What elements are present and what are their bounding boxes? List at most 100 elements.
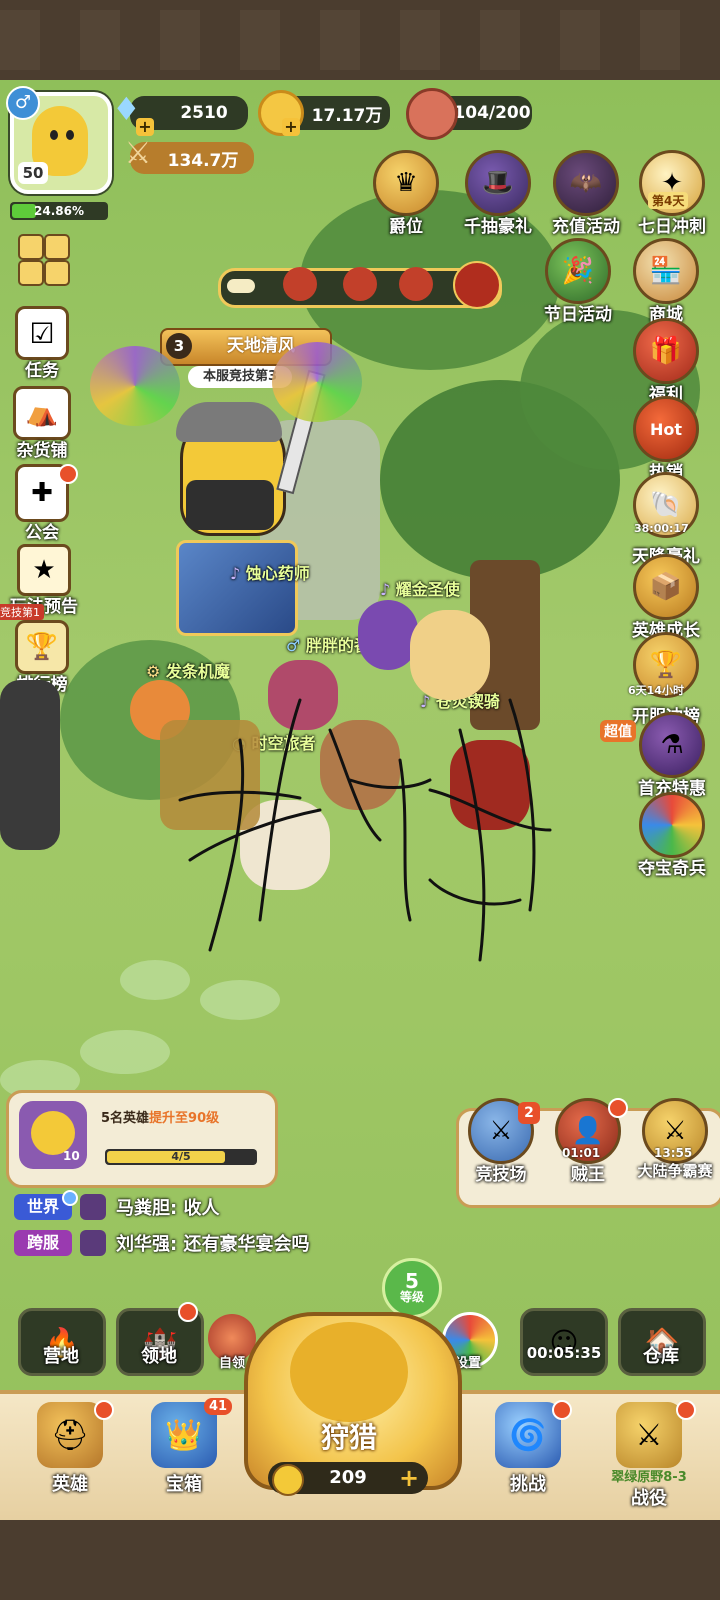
nav-hero-button[interactable]: ⛑ 英雄	[20, 1400, 120, 1496]
level-label: 等级	[399, 1290, 424, 1304]
thousand-draw-button[interactable]: 🎩 千抽豪礼	[452, 150, 544, 237]
hot-sale-button[interactable]: Hot 热销	[626, 396, 706, 483]
hunt-button[interactable]: 狩猎 209 +	[244, 1312, 462, 1512]
wheel-icon	[639, 792, 705, 858]
idle-timer: 00:05:35	[526, 1344, 602, 1362]
camp-button[interactable]: 🔥 营地	[18, 1308, 106, 1376]
crown-emblem-icon: ♛	[373, 150, 439, 216]
hunt-cost: 209 +	[268, 1462, 428, 1496]
quest-progress-bar: 4/5	[105, 1149, 257, 1165]
stage-progress-track	[218, 261, 502, 309]
hunt-label: 狩猎	[320, 1421, 377, 1454]
champion-rank: 3	[166, 333, 192, 359]
first-recharge-button[interactable]: ⚗ 超值 首充特惠	[600, 712, 718, 799]
monster-node-icon	[399, 267, 433, 301]
champion-pedestal	[176, 540, 298, 636]
trophy-icon: 🏆	[15, 620, 69, 674]
chat-message: 马粪胆: 收人	[116, 1198, 220, 1219]
add-gems-icon[interactable]: +	[136, 118, 154, 136]
seven-day-sprint-button[interactable]: ✦ 第4天 七日冲刺	[626, 132, 718, 237]
idle-timer-button[interactable]: ☺ 00:05:35	[520, 1308, 608, 1376]
warehouse-button[interactable]: 🏠 仓库	[618, 1308, 706, 1376]
treasure-chest-icon: 📦	[633, 554, 699, 620]
festival-icon: 🎉	[545, 238, 611, 304]
sword-power-icon: ⚔	[124, 136, 152, 171]
bottom-frame	[0, 1520, 720, 1600]
music-note-icon: ♪	[230, 564, 241, 583]
helmet-icon: ⛑	[37, 1402, 103, 1468]
notification-dot	[58, 464, 78, 484]
chat-message: 刘华强: 还有豪华宴会吗	[116, 1234, 310, 1255]
stepping-stone	[80, 1030, 170, 1074]
guild-button[interactable]: ✚ 公会	[2, 464, 82, 543]
grid-cell-icon	[18, 234, 44, 260]
server-ranking-timer: 6天14小时	[628, 684, 684, 697]
potato-coin-icon	[272, 1464, 304, 1496]
crossed-swords-icon: ⚔	[616, 1402, 682, 1468]
gameplay-preview-button[interactable]: ★ 玩法预告 竞技第1	[0, 544, 88, 620]
nav-chest-button[interactable]: 👑 41 宝箱	[134, 1398, 234, 1496]
wizard-icon: 🎩	[465, 150, 531, 216]
eye-icon	[50, 130, 58, 140]
add-cost-icon[interactable]: +	[396, 1462, 422, 1494]
exp-text: 24.86%	[34, 204, 84, 218]
quest-button[interactable]: ☑ 任务	[2, 306, 82, 381]
gender-male-icon: ♂	[6, 86, 40, 120]
shop-button[interactable]: 🏪 商城	[626, 238, 706, 325]
stepping-stone	[200, 980, 280, 1020]
notification-dot	[62, 1190, 78, 1206]
smiley-box-icon: ☺	[520, 1308, 608, 1376]
handwritten-signature	[178, 698, 552, 962]
nav-battle-button[interactable]: ⚔ 翠绿原野8-3 战役	[594, 1400, 704, 1510]
quest-progress-text: 4/5	[171, 1150, 191, 1163]
portal-icon: 🌀	[495, 1402, 561, 1468]
festival-event-button[interactable]: 🎉 节日活动	[532, 238, 624, 325]
game-viewport[interactable]: 50 ♂ 24.86% 2510 ♦ + 17.17万 + 104/200 13…	[0, 80, 720, 1520]
notification-dot	[178, 1302, 198, 1322]
shop-icon: 🏪	[633, 238, 699, 304]
chat-channel-cross[interactable]: 跨服	[14, 1230, 72, 1256]
menu-grid-button[interactable]	[14, 230, 72, 288]
monster-node-icon	[343, 267, 377, 301]
nav-challenge-button[interactable]: 🌀 挑战	[478, 1400, 578, 1496]
continent-battle-button[interactable]: ⚔ 13:55 大陆争霸赛	[630, 1098, 720, 1181]
hero-hair	[176, 402, 282, 442]
notification-dot	[552, 1400, 572, 1420]
avatar	[80, 1230, 106, 1256]
exp-bar: 24.86%	[10, 202, 108, 220]
grocery-button[interactable]: ⛺ 杂货铺	[2, 386, 82, 461]
level-badge[interactable]: 5 等级	[382, 1258, 442, 1318]
grid-cell-icon	[44, 260, 70, 286]
hero-growth-button[interactable]: 📦 英雄成长	[626, 554, 706, 641]
quest-panel[interactable]: 10 5名英雄提升至90级 4/5	[6, 1090, 278, 1188]
hero-name-label: ♪ 耀金圣使	[380, 580, 460, 599]
first-recharge-icon: ⚗	[639, 712, 705, 778]
gift-box-icon: 🎁	[633, 318, 699, 384]
thief-king-button[interactable]: 👤 01:01 贼王	[548, 1098, 628, 1185]
territory-button[interactable]: 🏰 领地	[116, 1302, 204, 1376]
chest-badge: 41	[204, 1398, 233, 1415]
music-note-icon: ♪	[380, 580, 391, 599]
day-badge: 第4天	[648, 192, 689, 209]
scroll-star-icon: ★	[17, 544, 71, 596]
welfare-button[interactable]: 🎁 福利	[626, 318, 706, 405]
arena-button[interactable]: ⚔ 2 竞技场	[458, 1098, 544, 1185]
recharge-event-button[interactable]: 🦇 充值活动	[540, 150, 632, 237]
quest-badge: 10	[19, 1101, 87, 1169]
quest-text: 5名英雄提升至90级	[101, 1111, 220, 1126]
pinwheel-icon	[90, 346, 180, 426]
notification-dot	[608, 1098, 628, 1118]
rank-title-button[interactable]: ♛ 爵位	[366, 150, 446, 237]
npc-sprite[interactable]	[0, 680, 60, 850]
continent-battle-timer: 13:55	[654, 1146, 693, 1160]
hot-icon: Hot	[633, 396, 699, 462]
add-gold-icon[interactable]: +	[282, 118, 300, 136]
treasure-hunt-button[interactable]: 夺宝奇兵	[626, 792, 718, 879]
chat-box[interactable]: 世界 马粪胆: 收人 跨服 刘华强: 还有豪华宴会吗	[10, 1190, 360, 1260]
boss-node-icon	[453, 261, 501, 309]
hero-name-label: ♪ 蚀心药师	[230, 564, 310, 583]
notification-dot	[676, 1400, 696, 1420]
stage-label: 翠绿原野8-3	[611, 1470, 687, 1485]
checklist-icon: ☑	[15, 306, 69, 360]
sky-gift-button[interactable]: 🐚 38:00:17 天降豪礼	[626, 472, 706, 567]
